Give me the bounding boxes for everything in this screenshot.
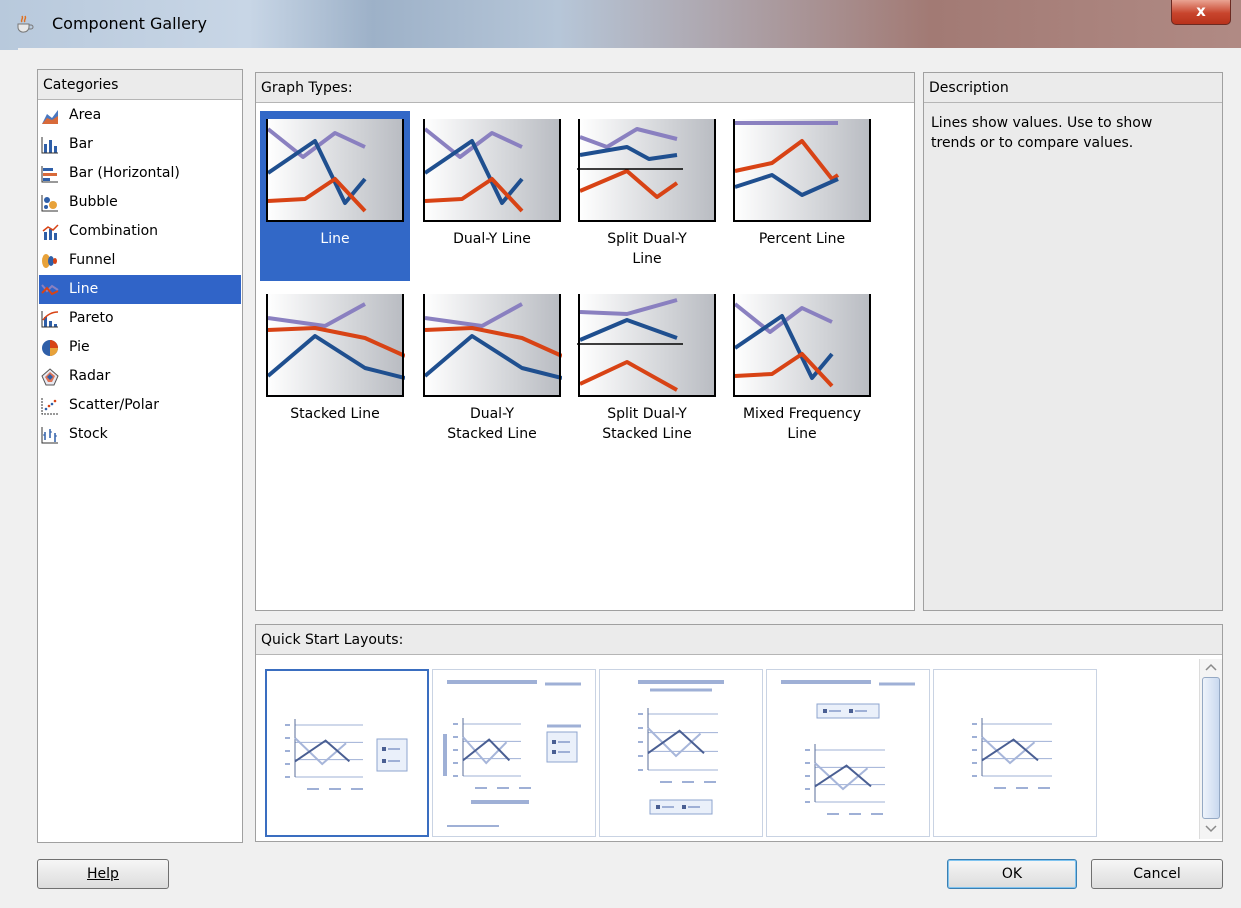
category-label: Scatter/Polar bbox=[69, 397, 159, 413]
line-graph-thumbnail-icon bbox=[266, 119, 404, 222]
graph-type-label: Dual-Y Line bbox=[453, 231, 531, 247]
quick-start-scrollbar[interactable] bbox=[1199, 659, 1222, 839]
line-graph-thumbnail-icon bbox=[733, 119, 871, 222]
graph-type-label: Percent Line bbox=[758, 231, 846, 247]
combination-chart-icon bbox=[42, 224, 59, 240]
pareto-chart-icon bbox=[41, 311, 59, 328]
description-header: Description bbox=[924, 73, 1222, 103]
category-item[interactable]: Line bbox=[39, 275, 241, 304]
radar-chart-icon bbox=[41, 368, 59, 386]
graph-type-label: Split Dual-Y Line bbox=[607, 231, 687, 267]
graph-type-label: Line bbox=[320, 231, 350, 247]
component-gallery-window: Component Gallery x Categories Area Bar Ba… bbox=[0, 0, 1241, 908]
funnel-chart-icon bbox=[42, 254, 57, 268]
category-label: Line bbox=[69, 281, 99, 297]
line-graph-thumbnail-icon bbox=[423, 119, 561, 222]
categories-list: Area Bar Bar (Horizontal) Bubble Combination… bbox=[39, 101, 241, 449]
category-item[interactable]: Bar bbox=[39, 130, 241, 159]
category-label: Pareto bbox=[69, 310, 114, 326]
scroll-thumb[interactable] bbox=[1202, 677, 1220, 819]
category-label: Bar (Horizontal) bbox=[69, 165, 180, 181]
line-graph-thumbnail-icon bbox=[733, 294, 871, 397]
pie-chart-icon bbox=[42, 340, 58, 356]
graph-type-label: Split Dual-Y Stacked Line bbox=[602, 406, 692, 442]
category-label: Stock bbox=[69, 426, 108, 442]
graph-type-tile[interactable]: Split Dual-Y Stacked Line bbox=[572, 286, 722, 456]
line-graph-thumbnail-icon bbox=[577, 294, 716, 397]
description-text: Lines show values. Use to show trends or… bbox=[931, 115, 1153, 151]
scroll-down-icon[interactable] bbox=[1200, 821, 1222, 837]
category-item[interactable]: Bar (Horizontal) bbox=[39, 159, 241, 188]
graph-type-tile[interactable]: Mixed Frequency Line bbox=[727, 286, 877, 456]
graph-types-panel: Graph Types: Line Dual-Y Line Split Dual-Y… bbox=[255, 72, 915, 611]
category-label: Combination bbox=[69, 223, 159, 239]
category-label: Radar bbox=[69, 368, 111, 384]
category-item[interactable]: Combination bbox=[39, 217, 241, 246]
line-graph-thumbnail-icon bbox=[577, 119, 716, 222]
category-item[interactable]: Radar bbox=[39, 362, 241, 391]
graph-type-label: Mixed Frequency Line bbox=[742, 406, 862, 442]
category-item[interactable]: Stock bbox=[39, 420, 241, 449]
window-title: Component Gallery bbox=[52, 14, 207, 33]
graph-type-label: Dual-Y Stacked Line bbox=[447, 406, 537, 442]
quick-start-layout-tile[interactable] bbox=[933, 669, 1097, 837]
graph-type-tile[interactable]: Split Dual-Y Line bbox=[572, 111, 722, 281]
close-icon: x bbox=[1196, 2, 1206, 20]
graph-type-tile[interactable]: Line bbox=[260, 111, 410, 281]
quick-start-layout-tile[interactable] bbox=[432, 669, 596, 837]
ok-button[interactable]: OK bbox=[947, 859, 1077, 889]
category-label: Bubble bbox=[69, 194, 118, 210]
category-item[interactable]: Bubble bbox=[39, 188, 241, 217]
graph-type-tile[interactable]: Percent Line bbox=[727, 111, 877, 281]
java-cup-icon bbox=[17, 15, 34, 33]
categories-panel: Categories Area Bar Bar (Horizontal) Bubble… bbox=[37, 69, 243, 843]
layout-preview-icon bbox=[285, 719, 408, 790]
dialog-body: Categories Area Bar Bar (Horizontal) Bubble… bbox=[18, 48, 1241, 908]
layout-preview-icon bbox=[443, 680, 581, 827]
graph-type-tile[interactable]: Dual-Y Line bbox=[417, 111, 567, 281]
category-item[interactable]: Pie bbox=[39, 333, 241, 362]
scatter-chart-icon bbox=[41, 398, 58, 415]
help-button[interactable]: Help bbox=[37, 859, 169, 889]
layout-preview-icon bbox=[638, 680, 724, 815]
quick-start-layout-tile[interactable] bbox=[265, 669, 429, 837]
horizontal-bar-chart-icon bbox=[41, 166, 58, 183]
category-label: Bar bbox=[69, 136, 93, 152]
quick-start-layout-tile[interactable] bbox=[766, 669, 930, 837]
line-graph-thumbnail-icon bbox=[423, 294, 562, 397]
description-panel: Description Lines show values. Use to sh… bbox=[923, 72, 1223, 611]
layout-preview-icon bbox=[781, 680, 915, 815]
categories-header: Categories bbox=[38, 70, 242, 100]
graph-type-tile[interactable]: Dual-Y Stacked Line bbox=[417, 286, 567, 456]
category-label: Area bbox=[69, 107, 102, 123]
quick-start-layout-tile[interactable] bbox=[599, 669, 763, 837]
category-label: Funnel bbox=[69, 252, 116, 268]
layout-preview-icon bbox=[972, 718, 1052, 789]
cancel-button[interactable]: Cancel bbox=[1091, 859, 1223, 889]
category-item[interactable]: Area bbox=[39, 101, 241, 130]
area-chart-icon bbox=[42, 110, 58, 124]
quick-start-panel: Quick Start Layouts: bbox=[255, 624, 1223, 842]
category-label: Pie bbox=[69, 339, 90, 355]
stock-chart-icon bbox=[41, 427, 58, 444]
category-item[interactable]: Funnel bbox=[39, 246, 241, 275]
category-item[interactable]: Pareto bbox=[39, 304, 241, 333]
title-bar: Component Gallery x bbox=[0, 0, 1241, 50]
line-chart-icon bbox=[41, 284, 59, 296]
bar-chart-icon bbox=[41, 137, 58, 154]
line-graph-thumbnail-icon bbox=[266, 294, 405, 397]
bubble-chart-icon bbox=[41, 195, 58, 212]
graph-type-tile[interactable]: Stacked Line bbox=[260, 286, 410, 456]
quick-start-header: Quick Start Layouts: bbox=[256, 625, 1222, 655]
graph-types-header: Graph Types: bbox=[256, 73, 914, 103]
close-button[interactable]: x bbox=[1171, 0, 1231, 25]
scroll-up-icon[interactable] bbox=[1200, 659, 1222, 675]
graph-type-label: Stacked Line bbox=[290, 406, 380, 422]
category-item[interactable]: Scatter/Polar bbox=[39, 391, 241, 420]
